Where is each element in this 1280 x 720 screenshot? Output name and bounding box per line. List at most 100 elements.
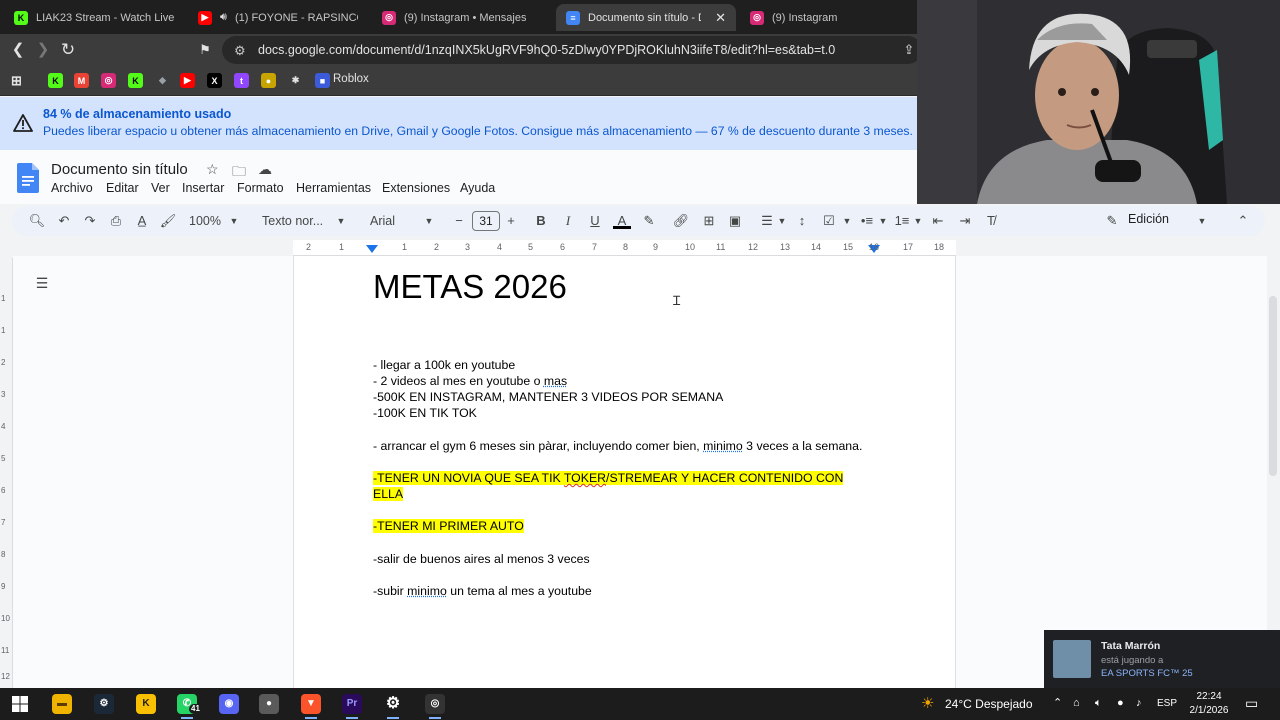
goal-line[interactable]: -salir de buenos aires al menos 3 veces <box>373 552 590 566</box>
menu-editar[interactable]: Editar <box>106 181 139 195</box>
brave-browser-icon[interactable]: ▼ <box>301 694 321 719</box>
text-color-icon[interactable]: A <box>613 212 631 229</box>
left-indent-marker-icon[interactable] <box>366 245 378 254</box>
menu-ver[interactable]: Ver <box>151 181 170 195</box>
style-select[interactable]: Texto nor... <box>262 212 323 230</box>
cloud-status-icon[interactable]: ☁︎ <box>258 161 272 178</box>
increase-font-size-icon[interactable]: + <box>504 212 518 230</box>
undo-icon[interactable]: ↶ <box>55 212 73 230</box>
system-clock[interactable]: 22:24 2/1/2026 <box>1187 690 1231 718</box>
chatgpt-icon[interactable]: ✱ <box>288 73 303 88</box>
weather-text[interactable]: 24°C Despejado <box>945 697 1033 711</box>
document-heading[interactable]: METAS 2026 <box>373 268 567 306</box>
close-tab-icon[interactable]: ✕ <box>715 10 726 26</box>
youtube-icon[interactable]: ▶ <box>180 73 195 88</box>
font-select[interactable]: Arial <box>370 212 395 230</box>
instagram-icon[interactable]: ◎ <box>101 73 116 88</box>
goal-line[interactable]: -100K EN TIK TOK <box>373 406 477 420</box>
chevron-down-icon[interactable]: ▼ <box>1197 212 1207 230</box>
menu-archivo[interactable]: Archivo <box>51 181 93 195</box>
tab-kick-stream[interactable]: K LIAK23 Stream - Watch Live <box>4 4 184 31</box>
settings-gear-icon[interactable]: ⚙ <box>383 694 403 719</box>
tab-youtube[interactable]: ▶ 🔊︎ (1) FOYONE - RAPSINCORTE <box>188 4 368 31</box>
add-comment-icon[interactable]: ⊞ <box>700 212 718 230</box>
kick-app-icon[interactable]: K <box>136 694 156 714</box>
address-bar[interactable]: ⚙ docs.google.com/document/d/1nzqINX5kUg… <box>222 36 922 64</box>
bulleted-list-icon[interactable]: •≡ <box>858 212 876 230</box>
chevron-down-icon[interactable]: ▼ <box>229 212 239 230</box>
chevron-down-icon[interactable]: ▼ <box>424 212 434 230</box>
increase-indent-icon[interactable]: ⇥ <box>956 212 974 230</box>
chevron-down-icon[interactable]: ▼ <box>842 212 852 230</box>
bookmark-roblox[interactable]: Roblox <box>333 73 369 85</box>
chevron-down-icon[interactable]: ▼ <box>336 212 346 230</box>
menu-insertar[interactable]: Insertar <box>182 181 224 195</box>
steam-icon[interactable]: ⚙ <box>94 694 114 714</box>
windows-start-icon[interactable] <box>10 694 30 714</box>
insert-link-icon[interactable]: 🔗︎ <box>672 212 690 230</box>
gmail-icon[interactable]: M <box>74 73 89 88</box>
underline-icon[interactable]: U <box>586 212 604 230</box>
vertical-scrollbar[interactable] <box>1269 296 1277 476</box>
friend-activity-notification[interactable]: Tata Marrón está jugando a EA SPORTS FC™… <box>1044 630 1280 688</box>
speaker-icon[interactable]: ♪ <box>1136 697 1142 709</box>
mic-icon[interactable]: ● <box>1117 697 1124 709</box>
menu-herramientas[interactable]: Herramientas <box>296 181 371 195</box>
menu-formato[interactable]: Formato <box>237 181 284 195</box>
decrease-font-size-icon[interactable]: − <box>452 212 466 230</box>
decrease-indent-icon[interactable]: ⇤ <box>929 212 947 230</box>
checklist-icon[interactable]: ☑ <box>820 212 838 230</box>
whatsapp-icon[interactable]: ✆ 41 <box>177 694 202 719</box>
tab-instagram-messages[interactable]: ◎ (9) Instagram • Mensajes <box>372 4 552 31</box>
chevron-down-icon[interactable]: ▼ <box>878 212 888 230</box>
paint-format-icon[interactable]: 🖌︎ <box>159 212 177 230</box>
app-icon[interactable]: ● <box>259 694 279 714</box>
site-settings-icon[interactable]: ⚙ <box>234 43 246 59</box>
chevron-up-icon[interactable]: ⌃ <box>1053 696 1062 709</box>
discord-icon[interactable]: ◉ <box>219 694 239 714</box>
font-size-input[interactable]: 31 <box>472 211 500 231</box>
collapse-menus-icon[interactable]: ⌃ <box>1236 212 1250 230</box>
volume-icon[interactable]: 🔈︎ <box>1095 697 1102 710</box>
print-icon[interactable]: ⎙ <box>107 212 125 230</box>
goal-line[interactable]: -subir minimo un tema al mes a youtube <box>373 584 592 598</box>
italic-icon[interactable]: I <box>559 212 577 230</box>
pencil-icon[interactable]: ✎ <box>1104 212 1120 230</box>
goal-line-highlighted[interactable]: -TENER UN NOVIA QUE SEA TIK TOKER/STREME… <box>373 471 844 485</box>
chevron-down-icon[interactable]: ▼ <box>913 212 923 230</box>
goal-line[interactable]: - arrancar el gym 6 meses sin pàrar, inc… <box>373 439 862 453</box>
network-icon[interactable]: ⌂ <box>1073 697 1080 709</box>
notification-center-icon[interactable]: ▭ <box>1245 695 1258 712</box>
coin-icon[interactable]: ● <box>261 73 276 88</box>
search-menus-icon[interactable]: 🔍︎ <box>28 212 46 230</box>
forward-icon[interactable]: ❯ <box>33 40 53 60</box>
redo-icon[interactable]: ↷ <box>81 212 99 230</box>
twitch-icon[interactable]: t <box>234 73 249 88</box>
x-twitter-icon[interactable]: X <box>207 73 222 88</box>
back-icon[interactable]: ❮ <box>8 40 28 60</box>
input-language[interactable]: ESP <box>1157 698 1177 709</box>
vertical-ruler[interactable]: 1 1 2 3 4 5 6 7 8 9 10 11 12 <box>0 258 13 688</box>
numbered-list-icon[interactable]: 1≡ <box>893 212 911 230</box>
premiere-pro-icon[interactable]: Pr <box>342 694 362 719</box>
goal-line[interactable]: - llegar a 100k en youtube <box>373 358 515 372</box>
goal-line[interactable]: - 2 videos al mes en youtube o mas <box>373 374 567 388</box>
share-icon[interactable]: ⇪ <box>899 40 919 60</box>
roblox-icon[interactable]: ■ <box>315 73 330 88</box>
storage-message[interactable]: Puedes liberar espacio u obtener más alm… <box>43 124 913 138</box>
document-outline-icon[interactable]: ☰ <box>29 275 55 297</box>
obs-icon[interactable]: ◎ <box>425 694 445 719</box>
kick-icon[interactable]: K <box>128 73 143 88</box>
goal-line-highlighted[interactable]: ELLA <box>373 487 404 501</box>
star-icon[interactable]: ☆ <box>206 161 219 178</box>
editing-mode-select[interactable]: Edición <box>1128 212 1169 226</box>
clear-formatting-icon[interactable]: T̸ <box>982 212 1000 230</box>
spellcheck-icon[interactable]: A̲ <box>133 212 151 230</box>
insert-image-icon[interactable]: ▣ <box>726 212 744 230</box>
chevron-down-icon[interactable]: ▼ <box>777 212 787 230</box>
menu-extensiones[interactable]: Extensiones <box>382 181 450 195</box>
highlight-color-icon[interactable]: ✎ <box>640 212 658 230</box>
kick-icon[interactable]: K <box>48 73 63 88</box>
bookmark-icon[interactable]: ⚑ <box>195 40 215 60</box>
align-icon[interactable]: ☰ <box>758 212 776 230</box>
